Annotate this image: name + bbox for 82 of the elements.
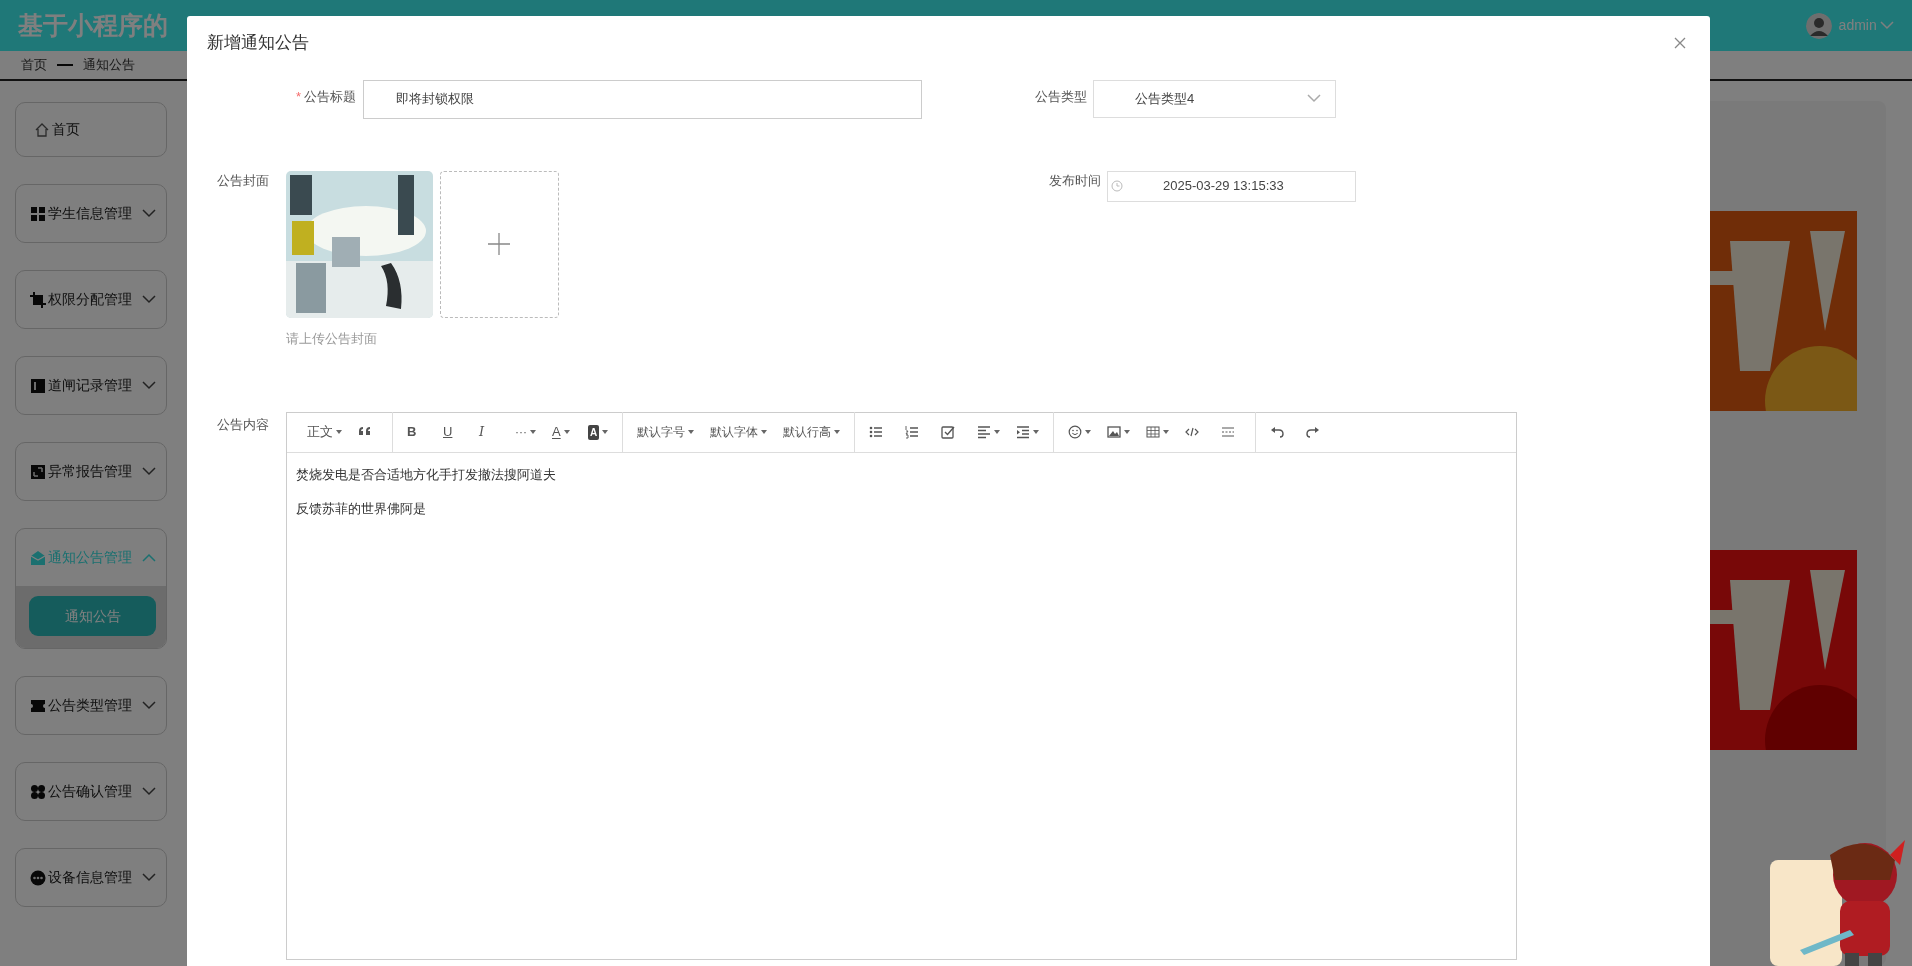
undo-icon <box>1270 425 1285 439</box>
plus-icon <box>488 233 510 255</box>
envelope-icon <box>30 549 46 566</box>
caret-icon <box>1085 430 1092 434</box>
toolbar-button[interactable]: U <box>437 416 469 448</box>
indent-icon <box>1016 425 1031 439</box>
menu-item[interactable]: 公告类型管理 <box>16 677 166 734</box>
toolbar-button[interactable]: I <box>473 416 505 448</box>
menu-item[interactable]: 学生信息管理 <box>16 185 166 242</box>
menu-item[interactable]: 首页 <box>16 103 166 156</box>
upload-hint: 请上传公告封面 <box>286 329 378 348</box>
caret-icon <box>563 430 570 434</box>
avatar[interactable] <box>1806 12 1833 39</box>
datetime-input[interactable]: 2025-03-29 13:15:33 <box>1107 170 1356 202</box>
caret-icon <box>994 430 1001 434</box>
field-label: * 公告标题 <box>294 87 356 106</box>
toolbar-button[interactable]: 正文 <box>301 416 348 448</box>
chevron-icon <box>142 295 156 304</box>
caret-icon <box>602 430 609 434</box>
caret-icon <box>1033 430 1040 434</box>
ticket-icon <box>30 697 46 714</box>
grid-icon <box>30 205 46 222</box>
rich-text-editor[interactable]: 正文 B U I ··· A A 默认字号 默认字体 默认行高 焚烧发电是否合适地方化手打发撤法搜阿道夫 反馈苏菲的世界佛阿是 <box>286 411 1517 960</box>
caret-icon <box>336 430 342 434</box>
breadcrumb-link[interactable]: 通知公告 <box>83 55 135 75</box>
toolbar-button[interactable]: 默认行高 <box>777 416 847 448</box>
menu-item[interactable]: 设备信息管理 <box>16 849 166 906</box>
field-label: 公告类型 <box>1034 87 1087 106</box>
dots-icon <box>30 783 46 800</box>
code-icon <box>1185 425 1200 439</box>
divider-icon <box>1221 425 1236 439</box>
caret-icon <box>834 430 841 434</box>
resize-icon <box>30 463 46 480</box>
checkbox-icon <box>941 425 956 439</box>
more-icon <box>30 869 46 886</box>
caret-icon <box>530 430 536 434</box>
toolbar-button[interactable]: ··· <box>509 416 542 448</box>
title-input[interactable]: 即将封锁权限 <box>362 79 922 119</box>
toolbar-button[interactable]: A <box>582 416 615 448</box>
chevron-icon <box>142 209 156 218</box>
menu-item[interactable]: 权限分配管理 <box>16 271 166 328</box>
breadcrumb-link[interactable]: 首页 <box>21 55 47 75</box>
menu-item[interactable]: 公告确认管理 <box>16 763 166 820</box>
dialog-title: 新增通知公告 <box>207 32 309 54</box>
chevron-icon <box>142 381 156 390</box>
caret-icon <box>761 430 768 434</box>
close-icon <box>1674 36 1686 49</box>
menu-item[interactable]: 异常报告管理 <box>16 443 166 500</box>
caret-icon <box>1124 430 1131 434</box>
align-icon <box>977 425 992 439</box>
caret-icon <box>1880 21 1894 30</box>
table-icon <box>1146 425 1161 439</box>
field-label: 公告封面 <box>217 171 270 190</box>
home-icon <box>34 121 50 138</box>
numbered-list-icon <box>905 425 920 439</box>
toolbar-button[interactable]: 默认字号 <box>631 416 701 448</box>
redo-icon <box>1306 425 1321 439</box>
separator-icon <box>57 64 73 66</box>
clock-icon <box>1111 180 1123 192</box>
panel-icon <box>30 377 46 394</box>
chevron-icon <box>142 701 156 710</box>
image-icon <box>1107 425 1122 439</box>
type-select[interactable]: 公告类型4 <box>1093 79 1336 118</box>
field-label: 公告内容 <box>217 415 270 434</box>
chevron-icon <box>1307 94 1321 103</box>
caret-icon <box>688 430 695 434</box>
editor-paragraph: 反馈苏菲的世界佛阿是 <box>296 500 427 518</box>
caret-icon <box>1163 430 1170 434</box>
menu-item[interactable]: 道闸记录管理 <box>16 357 166 414</box>
editor-paragraph: 焚烧发电是否合适地方化手打发撤法搜阿道夫 <box>296 465 557 484</box>
app-title: 基于小程序的 <box>18 9 168 41</box>
chevron-icon <box>142 787 156 796</box>
chevron-icon <box>142 467 156 476</box>
smiley-icon <box>1068 425 1083 439</box>
chevron-icon <box>142 873 156 882</box>
toolbar-button[interactable]: A <box>546 416 578 448</box>
chevron-icon <box>142 553 156 562</box>
crop-icon <box>30 291 46 308</box>
toolbar-button[interactable]: 默认字体 <box>704 416 774 448</box>
field-label: 发布时间 <box>1048 171 1101 190</box>
bullet-list-icon <box>869 425 884 439</box>
toolbar-button[interactable]: B <box>401 416 433 448</box>
